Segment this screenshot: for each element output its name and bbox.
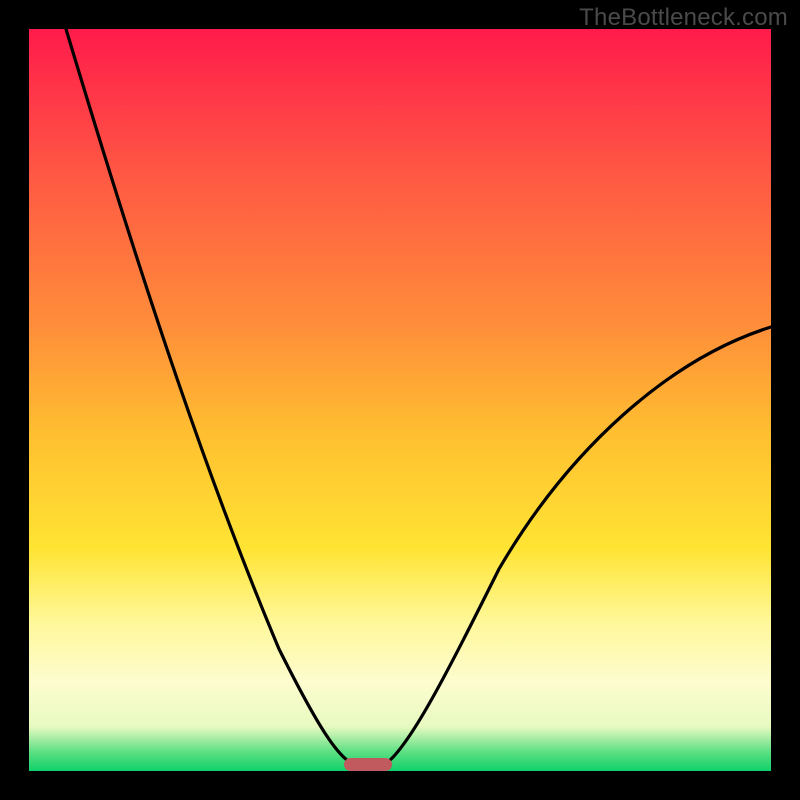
optimal-marker — [344, 758, 392, 771]
plot-area — [29, 29, 771, 771]
watermark-text: TheBottleneck.com — [579, 4, 788, 32]
curve-path — [66, 29, 771, 765]
chart-frame: TheBottleneck.com — [0, 0, 800, 800]
bottleneck-curve — [29, 29, 771, 771]
